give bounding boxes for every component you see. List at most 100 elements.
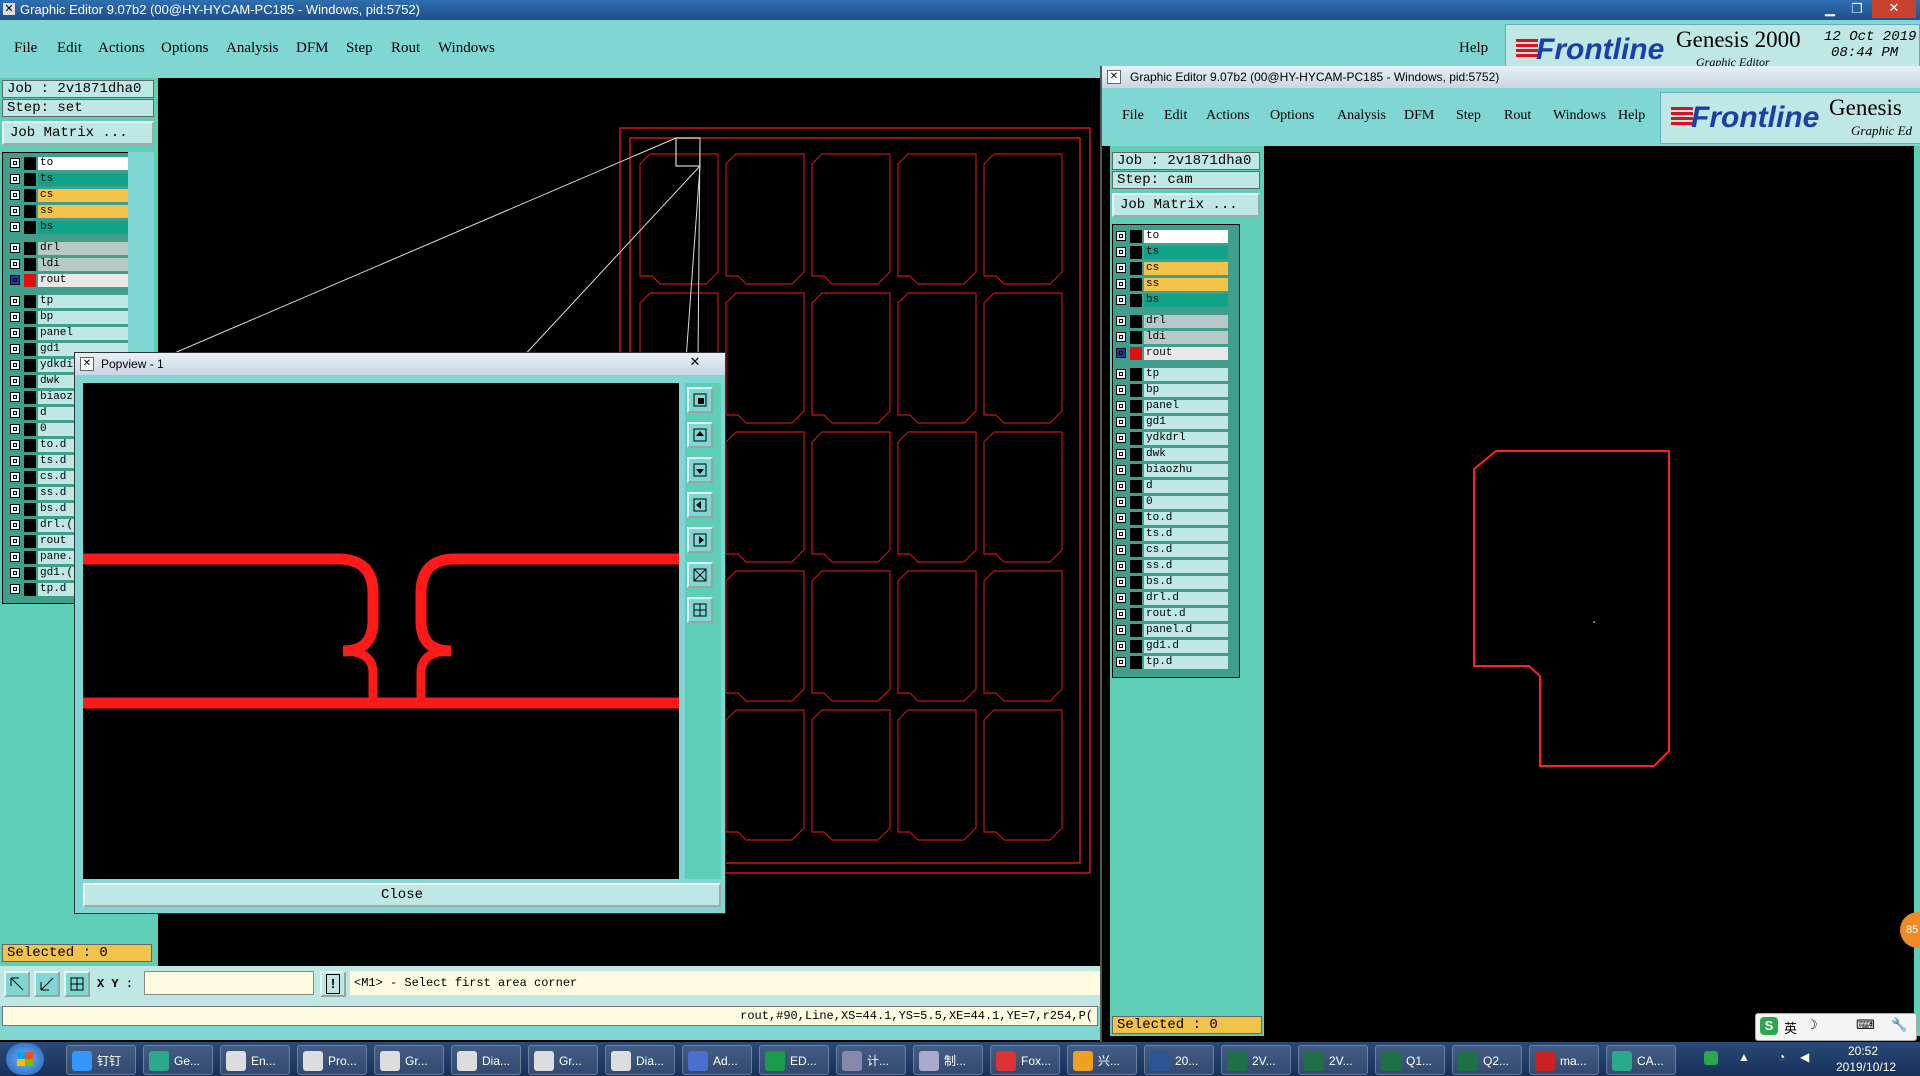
layer-checkbox[interactable] xyxy=(10,275,20,285)
start-button[interactable] xyxy=(6,1043,44,1075)
taskbar-item[interactable]: 20... xyxy=(1144,1045,1214,1075)
second-canvas[interactable] xyxy=(1264,146,1914,1036)
second-menu-1[interactable]: Edit xyxy=(1164,108,1187,124)
layer-checkbox[interactable] xyxy=(1116,263,1126,273)
layer-row[interactable]: tp.d xyxy=(1116,656,1230,670)
taskbar-item[interactable]: CA... xyxy=(1606,1045,1676,1075)
layer-color-swatch[interactable] xyxy=(24,551,36,564)
layer-checkbox[interactable] xyxy=(1116,369,1126,379)
clock-time[interactable]: 20:52 xyxy=(1848,1044,1878,1058)
layer-checkbox[interactable] xyxy=(1116,609,1126,619)
maximize-button[interactable]: ❐ xyxy=(1845,1,1869,17)
layer-color-swatch[interactable] xyxy=(1130,368,1142,381)
layer-row[interactable]: cs xyxy=(10,189,134,203)
taskbar-item[interactable]: 计... xyxy=(836,1045,906,1075)
layer-color-swatch[interactable] xyxy=(24,567,36,580)
taskbar-item[interactable]: Q2... xyxy=(1452,1045,1522,1075)
layer-color-swatch[interactable] xyxy=(24,503,36,516)
taskbar-item[interactable]: 制... xyxy=(913,1045,983,1075)
layer-row[interactable]: panel xyxy=(1116,400,1230,414)
taskbar-item[interactable]: ma... xyxy=(1529,1045,1599,1075)
layer-checkbox[interactable] xyxy=(1116,481,1126,491)
layer-checkbox[interactable] xyxy=(10,376,20,386)
layer-checkbox[interactable] xyxy=(10,296,20,306)
layer-checkbox[interactable] xyxy=(1116,247,1126,257)
layer-checkbox[interactable] xyxy=(10,392,20,402)
layer-checkbox[interactable] xyxy=(10,360,20,370)
layer-checkbox[interactable] xyxy=(1116,625,1126,635)
layer-row[interactable]: rout.d xyxy=(1116,608,1230,622)
layer-checkbox[interactable] xyxy=(10,456,20,466)
layer-row[interactable]: ts xyxy=(1116,246,1230,260)
second-menu-0[interactable]: File xyxy=(1122,108,1144,124)
taskbar-item[interactable]: Gr... xyxy=(374,1045,444,1075)
layer-color-swatch[interactable] xyxy=(1130,592,1142,605)
layer-color-swatch[interactable] xyxy=(1130,448,1142,461)
layer-checkbox[interactable] xyxy=(1116,449,1126,459)
layer-checkbox[interactable] xyxy=(1116,295,1126,305)
layer-row[interactable]: ss.d xyxy=(1116,560,1230,574)
layer-row[interactable]: bp xyxy=(10,311,134,325)
second-menu-3[interactable]: Options xyxy=(1270,108,1314,124)
main-titlebar[interactable]: ✕ Graphic Editor 9.07b2 (00@HY-HYCAM-PC1… xyxy=(0,0,1920,20)
taskbar-item[interactable]: 2V... xyxy=(1298,1045,1368,1075)
menu-5[interactable]: DFM xyxy=(296,40,329,57)
layer-checkbox[interactable] xyxy=(10,243,20,253)
menu-3[interactable]: Options xyxy=(161,40,209,57)
tray-arrow-icon[interactable]: ▲ xyxy=(1738,1050,1750,1064)
zoom-fit-button[interactable] xyxy=(687,562,713,588)
menu-0[interactable]: File xyxy=(14,40,37,57)
layer-color-swatch[interactable] xyxy=(1130,576,1142,589)
layer-checkbox[interactable] xyxy=(10,440,20,450)
layer-color-swatch[interactable] xyxy=(24,471,36,484)
layer-color-swatch[interactable] xyxy=(1130,480,1142,493)
layer-color-swatch[interactable] xyxy=(1130,278,1142,291)
zoom-in-button[interactable] xyxy=(687,387,713,413)
layer-checkbox[interactable] xyxy=(1116,545,1126,555)
layer-color-swatch[interactable] xyxy=(1130,608,1142,621)
menu-8[interactable]: Windows xyxy=(438,40,495,57)
layer-row[interactable]: ts xyxy=(10,173,134,187)
layer-checkbox[interactable] xyxy=(10,488,20,498)
layer-row[interactable]: tp xyxy=(10,295,134,309)
tool-select-button[interactable] xyxy=(4,971,30,997)
layer-row[interactable]: ldi xyxy=(1116,331,1230,345)
layer-checkbox[interactable] xyxy=(1116,433,1126,443)
layer-checkbox[interactable] xyxy=(1116,529,1126,539)
layer-color-swatch[interactable] xyxy=(24,343,36,356)
pan-left-button[interactable] xyxy=(687,492,713,518)
taskbar-item[interactable]: Dia... xyxy=(605,1045,675,1075)
layer-color-swatch[interactable] xyxy=(24,157,36,170)
layer-row[interactable]: biaozhu xyxy=(1116,464,1230,478)
layer-color-swatch[interactable] xyxy=(1130,416,1142,429)
layer-color-swatch[interactable] xyxy=(24,258,36,271)
layer-row[interactable]: drl xyxy=(1116,315,1230,329)
pan-down-button[interactable] xyxy=(687,457,713,483)
layer-checkbox[interactable] xyxy=(10,259,20,269)
layer-checkbox[interactable] xyxy=(10,504,20,514)
layer-color-swatch[interactable] xyxy=(1130,384,1142,397)
pan-up-button[interactable] xyxy=(687,422,713,448)
layer-checkbox[interactable] xyxy=(10,222,20,232)
layer-color-swatch[interactable] xyxy=(1130,656,1142,669)
layer-checkbox[interactable] xyxy=(10,552,20,562)
layer-color-swatch[interactable] xyxy=(24,583,36,596)
minimize-button[interactable]: ▁ xyxy=(1818,1,1842,17)
layer-row[interactable]: ss xyxy=(10,205,134,219)
layer-row[interactable]: rout xyxy=(1116,347,1230,361)
layer-checkbox[interactable] xyxy=(1116,417,1126,427)
layer-checkbox[interactable] xyxy=(10,344,20,354)
menu-2[interactable]: Actions xyxy=(98,40,145,57)
layer-row[interactable]: to xyxy=(1116,230,1230,244)
layer-color-swatch[interactable] xyxy=(24,455,36,468)
layer-checkbox[interactable] xyxy=(10,472,20,482)
menu-6[interactable]: Step xyxy=(346,40,373,57)
xy-input[interactable] xyxy=(144,971,314,995)
layer-color-swatch[interactable] xyxy=(24,487,36,500)
layer-row[interactable]: tp xyxy=(1116,368,1230,382)
warning-button[interactable]: ! xyxy=(320,971,346,997)
layer-row[interactable]: gd1.d xyxy=(1116,640,1230,654)
layer-color-swatch[interactable] xyxy=(1130,315,1142,328)
taskbar-item[interactable]: Q1... xyxy=(1375,1045,1445,1075)
layer-checkbox[interactable] xyxy=(1116,332,1126,342)
